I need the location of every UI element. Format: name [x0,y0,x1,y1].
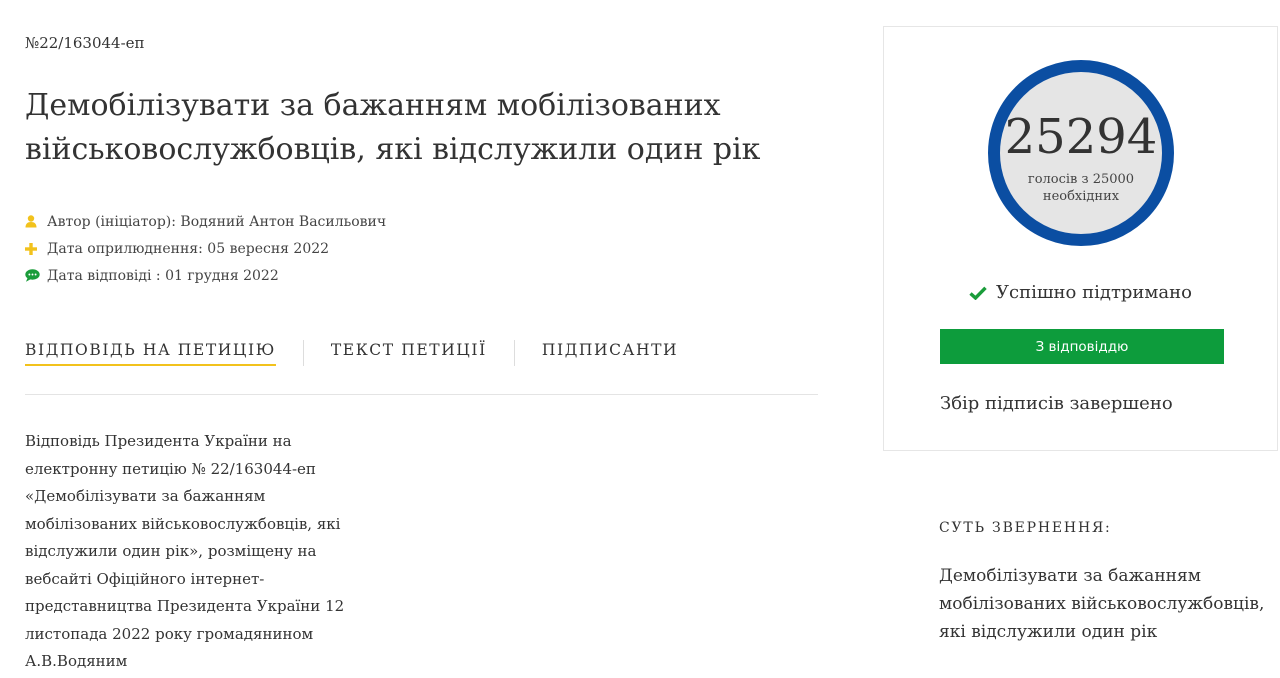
answer-text: Відповідь Президента України на електрон… [25,432,345,670]
meta-published: Дата оприлюднення: 05 вересня 2022 [25,235,386,262]
content-divider [25,394,818,395]
tab-separator [513,340,515,366]
answer-button[interactable]: З відповіддю [940,329,1224,364]
meta-author-text: Автор (ініціатор): Водяний Антон Васильо… [47,213,387,230]
essence-text: Демобілізувати за бажанням мобілізованих… [939,566,1265,642]
petition-number: №22/163044-еп [25,34,145,52]
support-status-text: Успішно підтримано [995,282,1192,303]
meta-answered: Дата відповіді : 01 грудня 2022 [25,262,386,289]
essence-heading: СУТЬ ЗВЕРНЕННЯ: [939,520,1112,536]
meta-published-text: Дата оприлюднення: 05 вересня 2022 [47,240,330,257]
petition-meta: Автор (ініціатор): Водяний Антон Васильо… [25,208,386,289]
support-status: Успішно підтримано [884,282,1277,303]
comment-icon [25,269,47,282]
user-icon [25,215,47,228]
tab-signers[interactable]: ПІДПИСАНТИ [542,341,678,366]
tab-separator [302,340,304,366]
tab-petition-text[interactable]: ТЕКСТ ПЕТИЦІЇ [331,341,487,366]
tab-answer[interactable]: ВІДПОВІДЬ НА ПЕТИЦІЮ [25,341,276,366]
votes-card: 25294 голосів з 25000 необхідних Успішно… [883,26,1278,451]
plus-icon [25,242,47,255]
votes-counter: 25294 голосів з 25000 необхідних [988,60,1174,246]
collection-status: Збір підписів завершено [940,393,1173,414]
votes-label: голосів з 25000 необхідних [1027,172,1135,204]
meta-author: Автор (ініціатор): Водяний Антон Васильо… [25,208,386,235]
votes-count: 25294 [1004,109,1158,165]
check-icon [969,286,987,300]
petition-title: Демобілізувати за бажанням мобілізованих… [25,88,761,167]
petition-tabs: ВІДПОВІДЬ НА ПЕТИЦІЮ ТЕКСТ ПЕТИЦІЇ ПІДПИ… [25,340,678,366]
meta-answered-text: Дата відповіді : 01 грудня 2022 [47,267,279,284]
